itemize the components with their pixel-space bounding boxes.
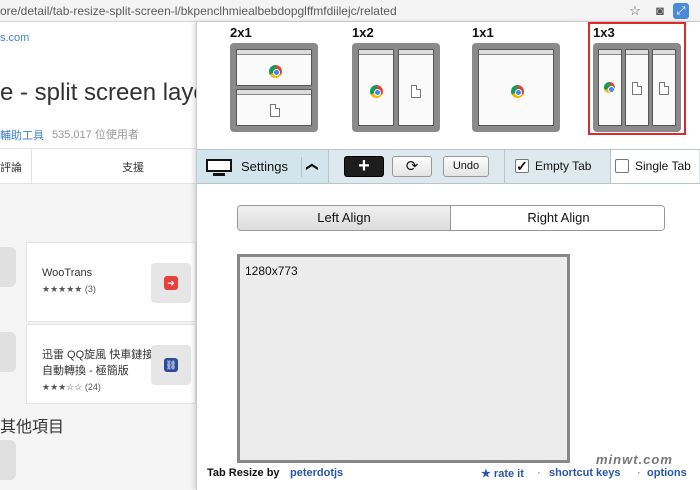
puzzle-icon [0, 247, 16, 287]
reload-button[interactable]: ⟳ [392, 156, 432, 177]
site-link[interactable]: s.com [0, 32, 29, 44]
rate-link[interactable]: ★ rate it [481, 467, 524, 480]
toolbar-divider [504, 150, 505, 183]
camera-icon[interactable]: ◙ [652, 3, 668, 19]
related-rating: ★★★☆☆ (24) [42, 382, 101, 392]
tab-divider [31, 149, 32, 185]
tab-reviews[interactable]: 評論 [0, 159, 22, 175]
popup-toolbar: Settings ❯ + ⟳ Undo ✓ Empty Tab Single T… [197, 149, 700, 184]
related-card[interactable]: 迅雷 QQ旋風 快車鏈接自動轉換 - 極簡版 ★★★☆☆ (24) ⛓ [26, 324, 196, 404]
related-logo: ➜ [151, 263, 191, 303]
footer-separator: · [637, 467, 641, 479]
shortcut-keys-link[interactable]: shortcut keys [549, 467, 621, 479]
undo-button[interactable]: Undo [443, 156, 489, 177]
file-icon [632, 82, 642, 95]
single-tab-label: Single Tab [635, 159, 691, 173]
layout-1x1-button[interactable] [472, 43, 560, 132]
screen-preview: 1280x773 [237, 254, 570, 463]
mini-tabstrip [237, 90, 311, 95]
mini-tabstrip [599, 50, 621, 55]
related-card[interactable]: WooTrans ★★★★★ (3) ➜ [26, 242, 196, 322]
caret-up-icon[interactable]: ❯ [301, 157, 321, 177]
resolution-label: 1280x773 [245, 264, 298, 278]
mini-tabstrip [237, 50, 311, 55]
mini-tabstrip [359, 50, 393, 55]
chrome-icon [269, 65, 282, 78]
file-icon [411, 85, 421, 98]
file-icon [659, 82, 669, 95]
tab-resize-popup: 2x1 1x2 1x1 1x3 Settings ❯ + ⟳ Undo ✓ Em… [196, 22, 700, 490]
mini-tabstrip [653, 50, 675, 55]
mini-window [358, 49, 394, 126]
star-icon[interactable]: ☆ [627, 3, 643, 19]
puzzle-icon [0, 440, 16, 480]
related-name[interactable]: WooTrans [42, 265, 157, 281]
puzzle-icon [0, 332, 16, 372]
tab-support[interactable]: 支援 [122, 159, 144, 175]
empty-tab-checkbox[interactable]: ✓ [515, 159, 529, 173]
layout-label-1x3: 1x3 [593, 25, 615, 40]
add-layout-button[interactable]: + [344, 156, 384, 177]
extension-icon[interactable]: ⤢ [673, 3, 689, 19]
layout-label-2x1: 2x1 [230, 25, 252, 40]
layout-2x1-button[interactable] [230, 43, 318, 132]
settings-label: Settings [241, 159, 288, 174]
mini-window [236, 89, 312, 126]
url-text[interactable]: ore/detail/tab-resize-split-screen-l/bkp… [0, 4, 620, 18]
mini-tabstrip [626, 50, 648, 55]
address-bar[interactable]: ore/detail/tab-resize-split-screen-l/bkp… [0, 0, 700, 22]
author-link[interactable]: peterdotjs [290, 467, 343, 479]
action-buttons: + ⟳ Undo [330, 150, 504, 183]
related-name[interactable]: 迅雷 QQ旋風 快車鏈接自動轉換 - 極簡版 [42, 347, 157, 379]
watermark: minwt.com [596, 452, 673, 467]
mini-tabstrip [399, 50, 433, 55]
user-count: 535,017 位使用者 [52, 129, 139, 141]
layout-1x3-button[interactable] [593, 43, 681, 132]
mini-window [598, 49, 622, 126]
store-tabs: 評論 支援 [0, 148, 196, 185]
mini-window [625, 49, 649, 126]
arrow-icon: ➜ [164, 276, 178, 290]
footer-separator: · [537, 467, 541, 479]
footer-brand: Tab Resize by [207, 467, 280, 479]
empty-tab-option[interactable]: ✓ Empty Tab [515, 150, 609, 183]
chrome-icon [511, 85, 524, 98]
file-icon [270, 104, 280, 117]
chrome-icon [604, 82, 615, 93]
layout-label-1x1: 1x1 [472, 25, 494, 40]
other-items-heading: 其他項目 [0, 419, 65, 436]
layout-1x2-button[interactable] [352, 43, 440, 132]
single-tab-option[interactable]: Single Tab [611, 150, 699, 183]
mini-tabstrip [479, 50, 553, 55]
category-link[interactable]: 輔助工具 [0, 127, 44, 143]
background-store-page: s.com e - split screen layo 輔助工具 535,017… [0, 22, 196, 490]
settings-toggle[interactable]: Settings ❯ [197, 150, 329, 183]
mini-window [478, 49, 554, 126]
mini-window [652, 49, 676, 126]
mini-window [398, 49, 434, 126]
mini-window [236, 49, 312, 86]
related-logo: ⛓ [151, 345, 191, 385]
extension-title: e - split screen layo [0, 79, 196, 106]
right-align-button[interactable]: Right Align [452, 206, 664, 230]
empty-tab-label: Empty Tab [535, 159, 592, 173]
related-rating: ★★★★★ (3) [42, 284, 96, 294]
layout-label-1x2: 1x2 [352, 25, 374, 40]
single-tab-checkbox[interactable] [615, 159, 629, 173]
chrome-icon [370, 85, 383, 98]
monitor-icon [206, 159, 232, 176]
options-link[interactable]: options [647, 467, 687, 479]
left-align-button[interactable]: Left Align [238, 206, 451, 230]
align-selector: Left Align Right Align [237, 205, 665, 231]
link-icon: ⛓ [164, 358, 178, 372]
